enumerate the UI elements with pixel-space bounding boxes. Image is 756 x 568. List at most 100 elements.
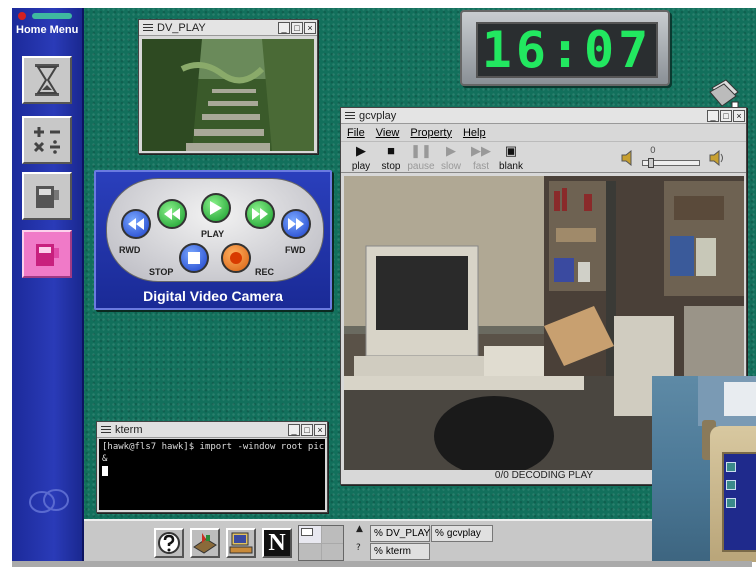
gcvplay-toolbar: ▶ play ■ stop ❚❚ pause ▶ slow ▶▶ fast ▣ blank …	[341, 141, 746, 173]
dv-camera-control-pad: RWD PLAY FWD STOP REC	[106, 178, 324, 282]
volume-control: 0	[620, 146, 740, 170]
stop-icon: ■	[387, 143, 395, 158]
rewind-button[interactable]	[121, 209, 151, 239]
volume-slider-thumb[interactable]	[648, 158, 654, 168]
rewind-icon	[128, 218, 144, 230]
calculator-button[interactable]	[22, 116, 72, 164]
play-icon: ▶	[356, 143, 366, 158]
fast-icon: ▶▶	[471, 143, 491, 158]
stop-label: STOP	[149, 267, 174, 277]
slow-icon: ▶	[446, 143, 456, 158]
stop-icon	[188, 252, 200, 264]
task-gcvplay[interactable]: % gcvplay	[431, 525, 493, 542]
task-dv-play[interactable]: % DV_PLAY	[370, 525, 430, 542]
pause-button[interactable]: ❚❚ pause	[405, 142, 437, 172]
slow-rewind-icon	[164, 208, 180, 220]
camcorder-active-button[interactable]	[22, 230, 72, 278]
terminal-line: &	[102, 454, 108, 464]
netscape-launcher[interactable]: N	[262, 528, 292, 558]
close-icon[interactable]: ×	[314, 423, 326, 436]
photo-background	[724, 382, 756, 416]
home-menu-title: Home Menu	[16, 24, 79, 36]
volume-high-icon[interactable]	[708, 150, 728, 166]
status-lamp	[18, 12, 26, 20]
clock-time: 16:07	[476, 21, 658, 79]
record-button[interactable]	[221, 243, 251, 273]
fast-forward-icon	[288, 218, 304, 230]
display-icon	[229, 532, 253, 554]
volume-low-icon[interactable]	[620, 150, 638, 166]
play-label: play	[351, 161, 371, 172]
blank-label: blank	[499, 161, 523, 172]
stop-button[interactable]	[179, 243, 209, 273]
pager-desk-4[interactable]	[321, 543, 343, 560]
close-icon[interactable]: ×	[304, 21, 316, 34]
menu-property[interactable]: Property	[410, 127, 452, 139]
task-label: kterm	[385, 546, 411, 557]
minimize-icon[interactable]: _	[278, 21, 290, 34]
menu-view[interactable]: View	[376, 127, 400, 139]
device-screen	[722, 452, 756, 552]
fast-button[interactable]: ▶▶ fast	[465, 142, 497, 172]
dv-play-window: DV_PLAY _ □ ×	[138, 19, 318, 154]
close-icon[interactable]: ×	[733, 109, 745, 122]
pager-desk-3[interactable]	[299, 543, 321, 560]
blank-button[interactable]: ▣ blank	[495, 142, 527, 172]
play-label: PLAY	[201, 229, 225, 239]
minimize-icon[interactable]: _	[707, 109, 719, 122]
dv-camera-title: Digital Video Camera	[143, 288, 283, 304]
task-kterm[interactable]: % kterm	[370, 543, 430, 560]
display-launcher[interactable]	[226, 528, 256, 558]
kterm-titlebar[interactable]: kterm _ □ ×	[97, 422, 327, 438]
task-prefix: %	[374, 546, 383, 557]
help-launcher[interactable]	[154, 528, 184, 558]
screen-shadow	[12, 561, 752, 567]
gcvplay-titlebar[interactable]: gcvplay _ □ ×	[341, 108, 746, 124]
play-icon	[210, 201, 222, 215]
camcorder-button[interactable]	[22, 172, 72, 220]
play-button[interactable]	[201, 193, 231, 223]
maximize-icon[interactable]: □	[291, 21, 303, 34]
pager-desk-1[interactable]	[299, 526, 321, 543]
dv-play-title: DV_PLAY	[157, 21, 206, 34]
fast-label: fast	[472, 161, 490, 172]
stop-button[interactable]: ■ stop	[375, 142, 407, 172]
slow-forward-button[interactable]	[245, 199, 275, 229]
volume-value: 0	[650, 146, 656, 156]
kterm-terminal[interactable]: [hawk@fls7 hawk]$ import -window root pi…	[99, 439, 325, 510]
blank-icon: ▣	[504, 143, 518, 158]
minimize-icon[interactable]: _	[288, 423, 300, 436]
maximize-icon[interactable]: □	[720, 109, 732, 122]
help-icon	[158, 532, 180, 554]
digital-clock: 16:07	[460, 10, 670, 86]
device-photo-inset	[652, 376, 756, 562]
slow-button[interactable]: ▶ slow	[435, 142, 467, 172]
slow-label: slow	[440, 161, 461, 172]
window-menu-icon[interactable]	[100, 424, 112, 436]
hourglass-icon	[35, 64, 59, 96]
window-menu-icon[interactable]	[142, 22, 154, 34]
tool-launcher[interactable]	[190, 528, 220, 558]
menu-file[interactable]: File	[347, 127, 365, 139]
task-label: DV_PLAY	[385, 528, 431, 539]
maximize-icon[interactable]: □	[301, 423, 313, 436]
window-menu-icon[interactable]	[344, 110, 356, 122]
menu-help[interactable]: Help	[463, 127, 486, 139]
pager-question-button[interactable]: ?	[356, 543, 361, 553]
slow-forward-icon	[252, 208, 268, 220]
hourglass-button[interactable]	[22, 56, 72, 104]
dv-play-titlebar[interactable]: DV_PLAY _ □ ×	[139, 20, 317, 36]
dv-camera-panel: RWD PLAY FWD STOP REC Digital Video Came…	[94, 170, 332, 310]
play-button[interactable]: ▶ play	[345, 142, 377, 172]
folder-stack-icon[interactable]	[708, 78, 742, 110]
desktop-pager[interactable]	[298, 525, 344, 561]
slow-rewind-button[interactable]	[157, 199, 187, 229]
pager-up-arrow[interactable]: ▲	[356, 524, 363, 534]
gcvplay-menubar: File View Property Help	[341, 124, 746, 141]
fwd-label: FWD	[285, 245, 306, 255]
rec-label: REC	[255, 267, 275, 277]
camcorder-icon	[36, 186, 59, 208]
pager-desk-2[interactable]	[321, 526, 343, 543]
fast-forward-button[interactable]	[281, 209, 311, 239]
calculator-icon	[33, 127, 60, 154]
